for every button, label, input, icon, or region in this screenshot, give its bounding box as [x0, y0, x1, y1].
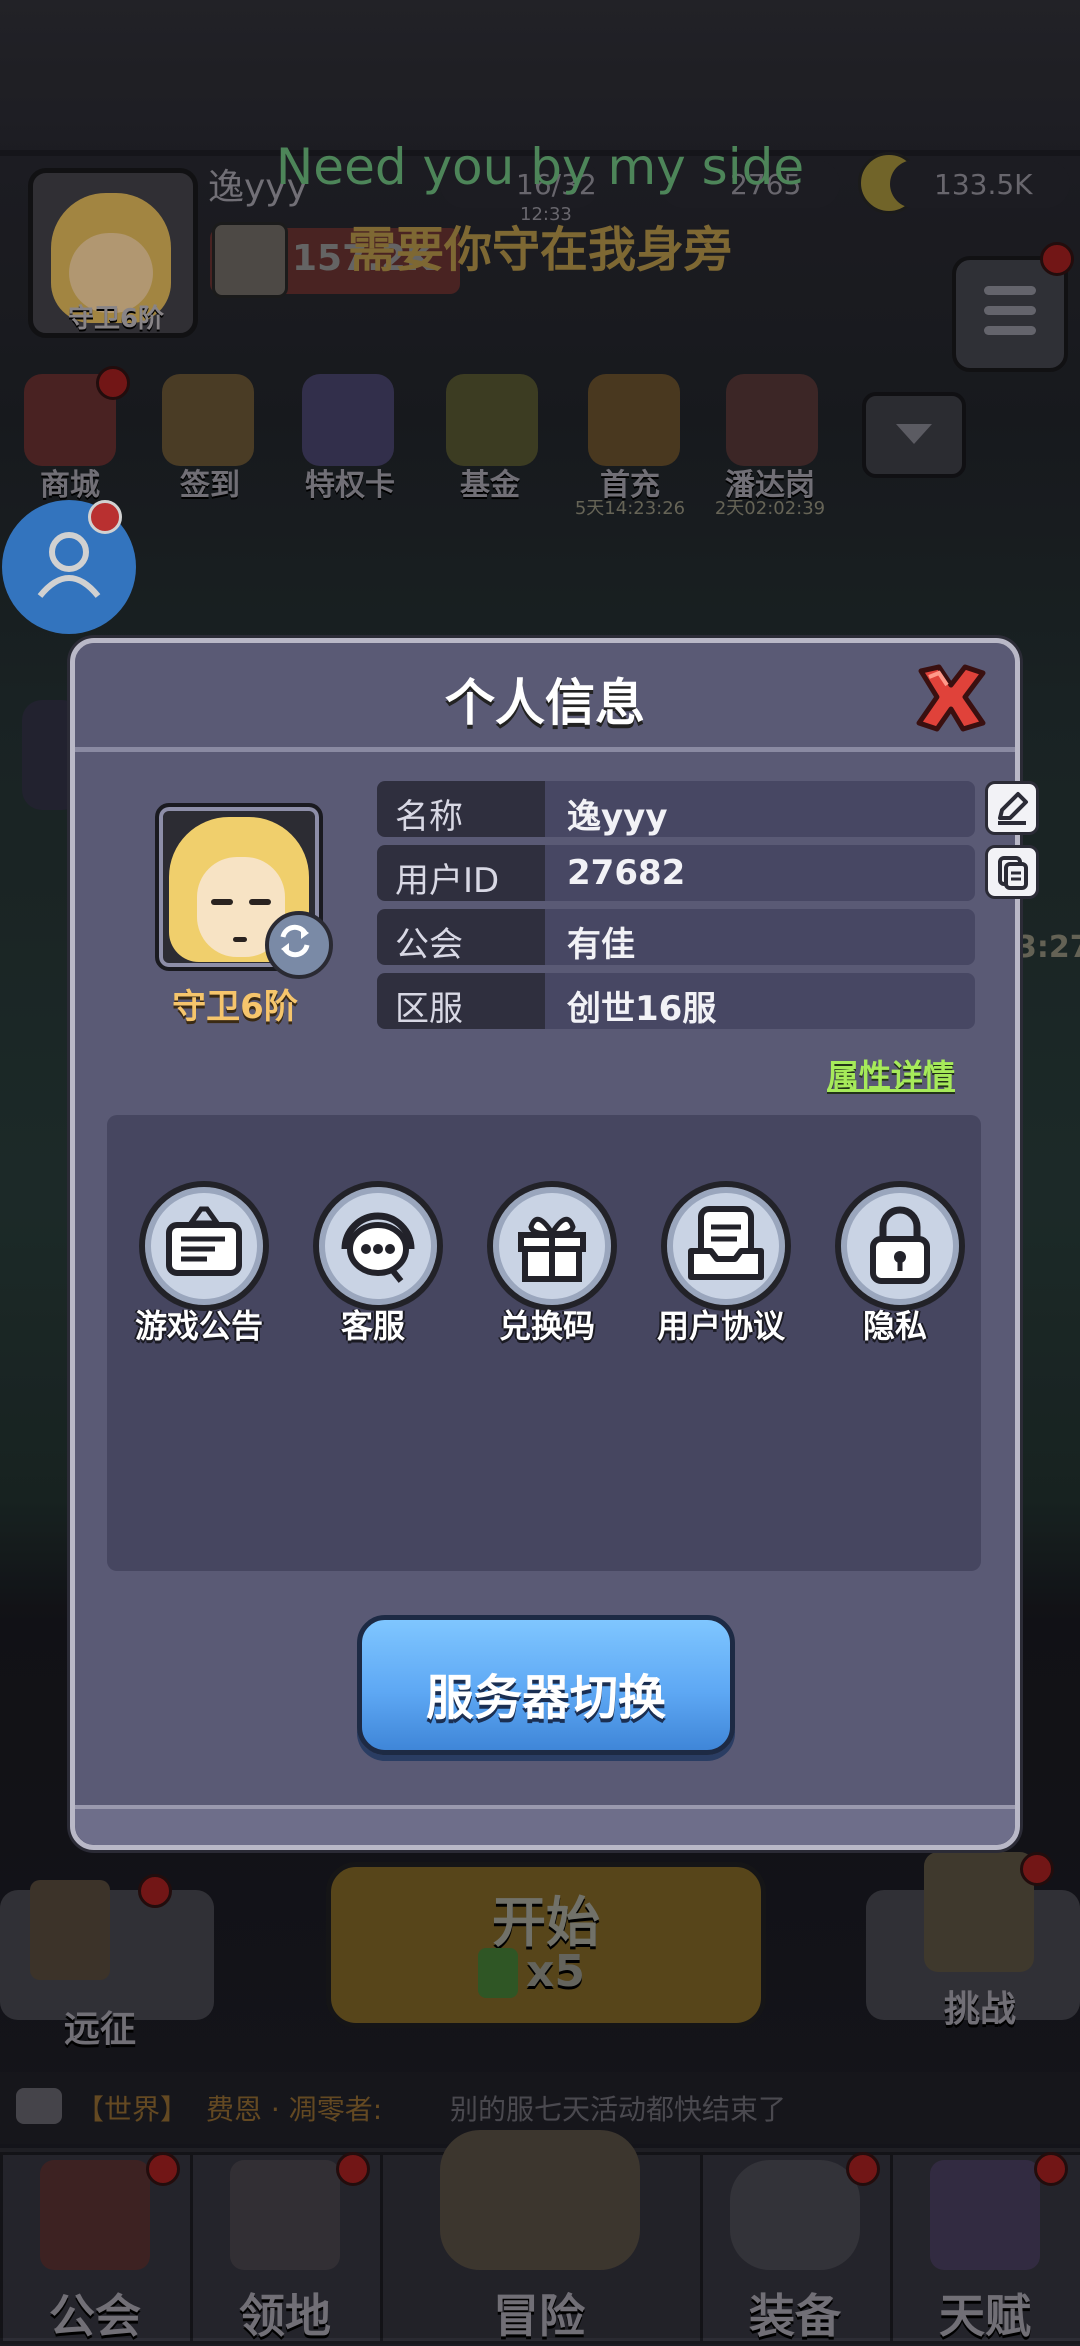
server-switch-button[interactable]: 服务器切换: [357, 1615, 735, 1755]
modal-header: 个人信息: [75, 643, 1015, 752]
fn-circle: [835, 1181, 965, 1311]
attribute-details-link[interactable]: 属性详情: [827, 1051, 955, 1097]
info-value-text: 逸yyy: [567, 797, 668, 837]
profile-modal: 个人信息 守卫6阶 名称 逸yyy 用户ID 27682 公会 有佳 区服 创世…: [70, 638, 1039, 1850]
info-row-server: 区服 创世16服: [377, 973, 975, 1029]
customer-service-button[interactable]: 客服: [303, 1173, 443, 1353]
server-switch-label: 服务器切换: [425, 1670, 666, 1726]
announcement-label: 游戏公告: [134, 1307, 263, 1345]
fn-circle: [139, 1181, 269, 1311]
fn-circle: [313, 1181, 443, 1311]
info-value-text: 创世16服: [567, 989, 717, 1029]
redeem-code-button[interactable]: 兑换码: [477, 1173, 617, 1353]
info-value-text: 27682: [567, 853, 686, 893]
copy-id-button[interactable]: [985, 845, 1039, 899]
avatar-eye: [211, 899, 233, 905]
agreement-document-icon: [688, 1206, 764, 1280]
pencil-icon: [998, 792, 1028, 825]
profile-rank: 守卫6阶: [172, 987, 298, 1027]
info-key-label: 用户ID: [395, 861, 500, 901]
info-value: 创世16服: [545, 973, 975, 1029]
info-row-userid: 用户ID 27682: [377, 845, 1039, 901]
modal-footer: [75, 1805, 1015, 1845]
info-row-guild: 公会 有佳: [377, 909, 975, 965]
info-value: 有佳: [545, 909, 975, 965]
headset-icon: [341, 1212, 415, 1283]
info-key-label: 公会: [395, 925, 463, 965]
info-key: 区服: [377, 973, 545, 1029]
close-button[interactable]: [911, 663, 991, 733]
gift-icon: [518, 1216, 586, 1282]
customer-service-label: 客服: [340, 1307, 405, 1345]
change-avatar-button[interactable]: [265, 911, 333, 979]
refresh-icon: [280, 924, 310, 958]
info-row-name: 名称 逸yyy: [377, 781, 1039, 837]
info-value: 逸yyy: [545, 781, 975, 837]
user-agreement-label: 用户协议: [656, 1307, 785, 1345]
edit-name-button[interactable]: [985, 781, 1039, 835]
notice-board-icon: [166, 1206, 242, 1276]
modal-title: 个人信息: [445, 674, 645, 732]
copy-icon: [998, 856, 1028, 890]
info-key-label: 名称: [395, 797, 463, 837]
privacy-label: 隐私: [862, 1307, 927, 1345]
info-value-text: 有佳: [567, 925, 635, 965]
close-icon: [916, 664, 986, 732]
avatar-mouth: [233, 937, 247, 942]
avatar-eye: [249, 899, 271, 905]
info-key: 用户ID: [377, 845, 545, 901]
fn-circle: [661, 1181, 791, 1311]
lock-icon: [870, 1206, 930, 1284]
info-value: 27682: [545, 845, 975, 901]
fn-circle: [487, 1181, 617, 1311]
info-key: 名称: [377, 781, 545, 837]
user-agreement-button[interactable]: 用户协议: [651, 1173, 791, 1353]
privacy-button[interactable]: 隐私: [825, 1173, 965, 1353]
info-key: 公会: [377, 909, 545, 965]
redeem-code-label: 兑换码: [498, 1307, 595, 1345]
announcement-button[interactable]: 游戏公告: [129, 1173, 269, 1353]
info-key-label: 区服: [395, 989, 463, 1029]
